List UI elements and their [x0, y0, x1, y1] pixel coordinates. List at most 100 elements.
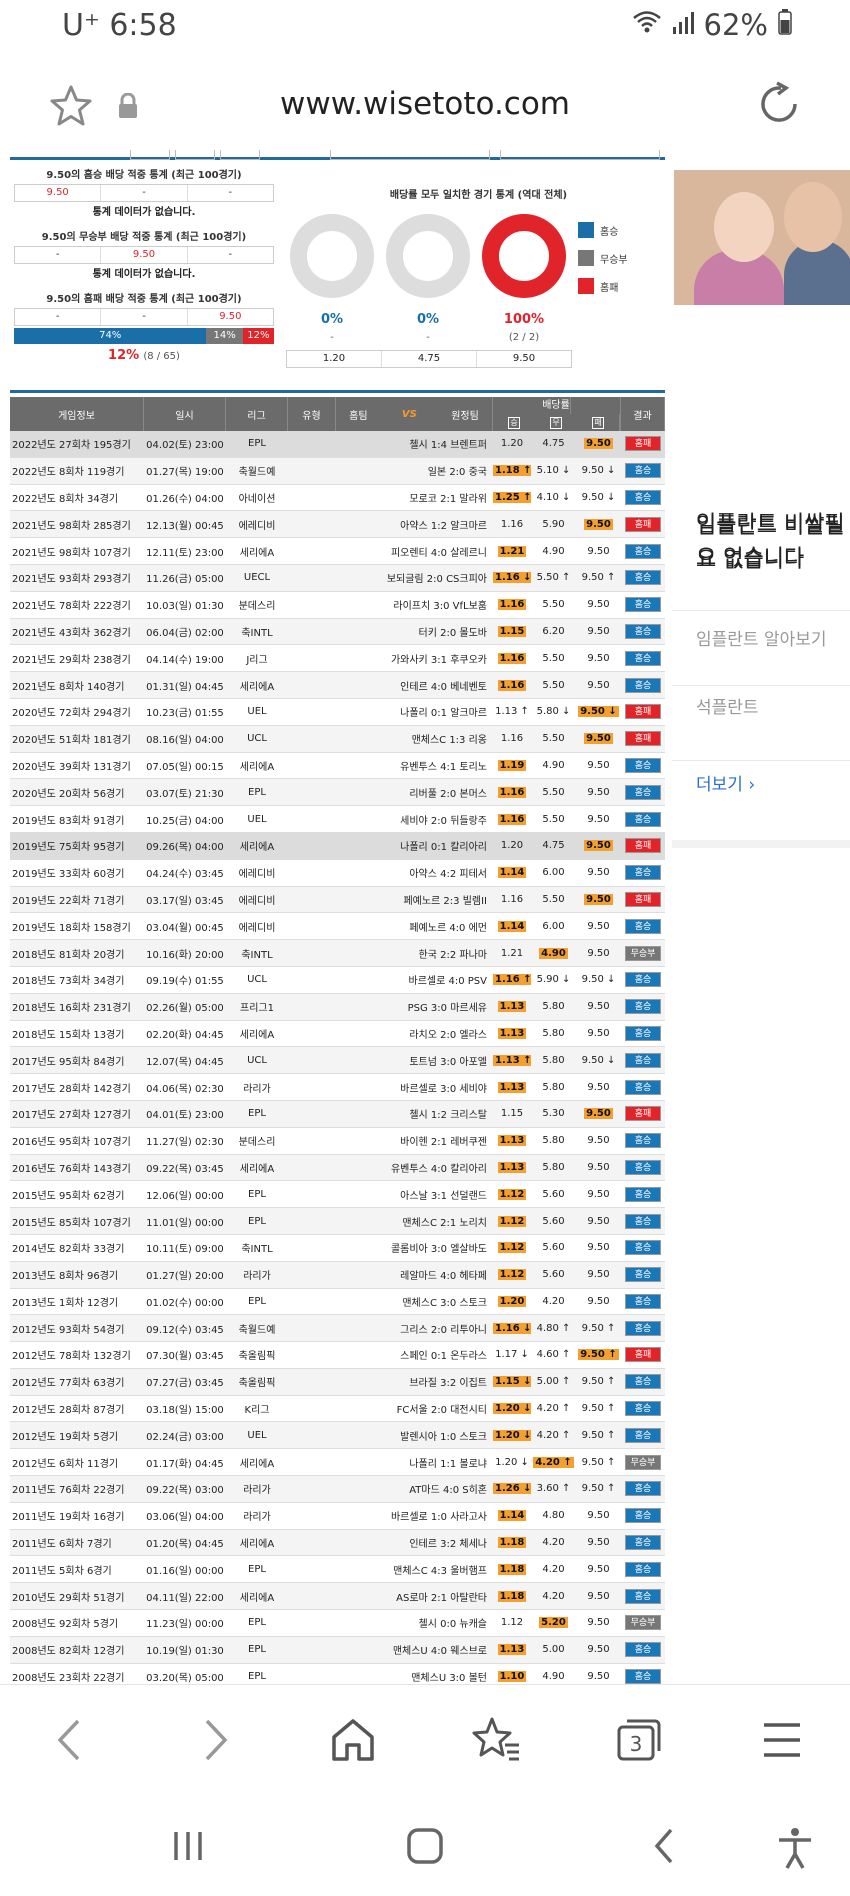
table-row[interactable]: 2016년도 76회차 143경기 09.22(목) 03:45 세리에A 유벤투스 … [10, 1154, 665, 1182]
table-row[interactable]: 2011년도 5회차 6경기 01.16(일) 00:00 EPL 맨체스C 4:3 … [10, 1556, 665, 1584]
odds-lose: 9.50 [576, 599, 621, 610]
table-row[interactable]: 2019년도 18회차 158경기 03.04(월) 00:45 에레디비 페예노르 … [10, 913, 665, 941]
table-row[interactable]: 2018년도 73회차 34경기 09.19(수) 01:55 UCL 바르셀로 4:… [10, 967, 665, 994]
result-badge: 무승부 [625, 945, 661, 961]
odds-value: 1.16 [500, 518, 524, 530]
game-info: 2011년도 5회차 6경기 [12, 1565, 112, 1577]
svg-text:3: 3 [630, 1732, 643, 1756]
value-cell: - [228, 187, 233, 198]
table-row[interactable]: 2021년도 93회차 293경기 11.26(금) 05:00 UECL 보되글림 … [10, 564, 665, 592]
league: 프리그1 [240, 1003, 274, 1015]
table-row[interactable]: 2022년도 8회차 34경기 01.26(수) 04:00 아네이션 모로코 2:1… [10, 485, 665, 512]
url-text[interactable]: www.wisetoto.com [0, 86, 850, 122]
odds-value: 9.50 [587, 947, 610, 959]
table-row[interactable]: 2012년도 19회차 5경기 02.24(금) 03:00 UEL 발렌시아 1:0… [10, 1422, 665, 1450]
ad-image[interactable] [674, 170, 850, 305]
table-row[interactable]: 2021년도 98회차 285경기 12.13(월) 00:45 에레디비 아약스 1… [10, 511, 665, 539]
odds-value: 9.50 [587, 1644, 610, 1656]
table-row[interactable]: 2012년도 6회차 11경기 01.17(화) 04:45 세리에A 나폴리 1:1… [10, 1449, 665, 1477]
system-back-icon[interactable] [645, 1826, 685, 1870]
game-date: 03.17(일) 03:45 [146, 895, 224, 907]
table-row[interactable]: 2017년도 27회차 127경기 04.01(토) 23:00 EPL 첼시 1:2… [10, 1100, 665, 1128]
ad-headline[interactable]: 임플란트 비쌀필요 없습니다 [696, 508, 850, 576]
header-league: 리그 [226, 397, 288, 431]
odds-lose: 9.50 [576, 1189, 621, 1200]
odds-draw: 5.80 [531, 1028, 576, 1039]
table-row[interactable]: 2022년도 27회차 195경기 04.02(토) 23:00 EPL 첼시 1:4… [10, 431, 665, 458]
game-date: 04.06(목) 02:30 [146, 1083, 224, 1095]
table-row[interactable]: 2020년도 39회차 131경기 07.05(일) 00:15 세리에A 유벤투스 … [10, 753, 665, 780]
table-row[interactable]: 2018년도 15회차 13경기 02.20(화) 04:45 세리에A 라치오 2:… [10, 1021, 665, 1048]
table-row[interactable]: 2021년도 29회차 238경기 04.14(수) 19:00 J리그 가와사키 3… [10, 645, 665, 673]
table-row[interactable]: 2008년도 23회차 22경기 03.20(목) 05:00 EPL 맨체스U 3:… [10, 1664, 665, 1684]
table-row[interactable]: 2019년도 33회차 60경기 04.24(수) 03:45 에레디비 아약스 4:… [10, 860, 665, 887]
table-row[interactable]: 2008년도 92회차 5경기 11.23(일) 00:00 EPL 첼시 0:0 뉴… [10, 1610, 665, 1637]
ad-more-link[interactable]: 더보기 › [696, 770, 755, 795]
odds-value: 4.80 ↑ [536, 1322, 571, 1334]
table-row[interactable]: 2011년도 19회차 16경기 03.06(일) 04:00 라리가 바르셀로 1:… [10, 1503, 665, 1530]
result-cell: 홈승 [621, 1052, 665, 1068]
table-row[interactable]: 2012년도 93회차 54경기 09.12(수) 03:45 축월드예 그리스 2:… [10, 1315, 665, 1343]
table-row[interactable]: 2021년도 8회차 140경기 01.31(일) 04:45 세리에A 인테르 4:… [10, 672, 665, 699]
result-badge: 홈승 [625, 784, 661, 800]
tabs-icon[interactable]: 3 [615, 1715, 663, 1769]
table-row[interactable]: 2020년도 20회차 56경기 03.07(토) 21:30 EPL 리버풀 2:0… [10, 779, 665, 807]
table-row[interactable]: 2010년도 29회차 51경기 04.11(일) 22:00 세리에A AS로마 2… [10, 1583, 665, 1611]
forward-icon[interactable] [195, 1715, 235, 1769]
table-row[interactable]: 2022년도 8회차 119경기 01.27(목) 19:00 축월드예 일본 2:0… [10, 457, 665, 485]
table-row[interactable]: 2016년도 95회차 107경기 11.27(일) 02:30 분데스리 바이헨 2… [10, 1128, 665, 1155]
table-row[interactable]: 2011년도 76회차 22경기 09.22(목) 03:00 라리가 AT마드 4:… [10, 1476, 665, 1503]
recent-apps-icon[interactable] [168, 1826, 208, 1870]
system-nav-bar [0, 1794, 850, 1896]
odds-value: 9.50 [587, 1510, 610, 1522]
table-row[interactable]: 2021년도 98회차 107경기 12.11(토) 23:00 세리에A 피오렌티 … [10, 538, 665, 565]
header-info: 게임정보 [10, 397, 144, 431]
table-row[interactable]: 2008년도 82회차 12경기 10.19(일) 01:30 EPL 맨체스U 4:… [10, 1636, 665, 1664]
odds-draw: 4.20 [531, 1296, 576, 1307]
battery-icon [778, 8, 792, 42]
bookmarks-icon[interactable] [472, 1715, 522, 1769]
ad-link-seok[interactable]: 석플란트 [696, 693, 759, 718]
table-row[interactable]: 2012년도 28회차 87경기 03.18(일) 15:00 K리그 FC서울 2:… [10, 1396, 665, 1423]
odds-win: 1.25 ↑ [493, 491, 531, 503]
table-row[interactable]: 2012년도 78회차 132경기 07.30(월) 03:45 축올림픽 스페인 0… [10, 1342, 665, 1369]
result-cell: 홈승 [621, 1079, 665, 1095]
result-cell: 홈패 [621, 1106, 665, 1122]
table-row[interactable]: 2019년도 75회차 95경기 09.26(목) 04:00 세리에A 나폴리 0:… [10, 832, 665, 860]
table-row[interactable]: 2017년도 95회차 84경기 12.07(목) 04:45 UCL 토트넘 3:0… [10, 1047, 665, 1075]
table-row[interactable]: 2021년도 78회차 222경기 10.03(일) 01:30 분데스리 라이프치 … [10, 592, 665, 619]
accessibility-icon[interactable] [775, 1826, 815, 1874]
odds-win: 1.13 ↑ [493, 706, 531, 717]
table-row[interactable]: 2021년도 43회차 362경기 06.04(금) 02:00 축INTL 터키 2… [10, 618, 665, 646]
game-date: 02.20(화) 04:45 [146, 1029, 224, 1041]
more-label: 더보기 [696, 775, 743, 795]
table-row[interactable]: 2014년도 82회차 33경기 10.11(토) 09:00 축INTL 콜롬비아 … [10, 1235, 665, 1262]
odds-value: 5.80 [542, 1135, 565, 1147]
ad-link-implant[interactable]: 임플란트 알아보기 [696, 625, 827, 650]
table-row[interactable]: 2020년도 51회차 181경기 08.16(일) 04:00 UCL 맨체스C 1… [10, 725, 665, 753]
table-row[interactable]: 2013년도 8회차 96경기 01.27(일) 20:00 라리가 레알마드 4:0… [10, 1261, 665, 1289]
game-date: 04.01(토) 23:00 [146, 1110, 224, 1122]
home-button-icon[interactable] [405, 1826, 445, 1870]
table-row[interactable]: 2012년도 77회차 63경기 07.27(금) 03:45 축올림픽 브라질 3:… [10, 1368, 665, 1396]
menu-icon[interactable] [760, 1715, 804, 1769]
match-teams: 일본 2:0 중국 [427, 467, 487, 479]
odds-win: 1.12 [493, 1269, 531, 1281]
table-row[interactable]: 2019년도 83회차 91경기 10.25(금) 04:00 UEL 세비야 2:0… [10, 806, 665, 833]
table-row[interactable]: 2018년도 81회차 20경기 10.16(화) 20:00 축INTL 한국 2:… [10, 940, 665, 967]
table-row[interactable]: 2020년도 72회차 294경기 10.23(금) 01:55 UEL 나폴리 0:… [10, 699, 665, 726]
table-row[interactable]: 2015년도 95회차 62경기 12.06(일) 00:00 EPL 아스날 3:1… [10, 1181, 665, 1209]
league: 세리에A [239, 761, 275, 773]
odds-draw: 4.90 [531, 947, 576, 959]
table-row[interactable]: 2017년도 28회차 142경기 04.06(목) 02:30 라리가 바르셀로 3… [10, 1074, 665, 1101]
table-row[interactable]: 2015년도 85회차 107경기 11.01(일) 00:00 EPL 맨체스C 2… [10, 1208, 665, 1235]
odds-draw: 4.90 [531, 546, 576, 557]
home-icon[interactable] [330, 1715, 376, 1769]
table-row[interactable]: 2013년도 1회차 12경기 01.02(수) 00:00 EPL 맨체스C 3:0… [10, 1289, 665, 1316]
table-row[interactable]: 2019년도 22회차 71경기 03.17(일) 03:45 에레디비 페예노르 2… [10, 886, 665, 914]
reload-icon[interactable] [755, 80, 803, 132]
back-icon[interactable] [50, 1715, 90, 1769]
odds-draw: 5.50 ↑ [531, 572, 576, 583]
table-row[interactable]: 2011년도 6회차 7경기 01.20(목) 04:45 세리에A 인테르 3:2 … [10, 1529, 665, 1557]
table-row[interactable]: 2018년도 16회차 231경기 02.26(월) 05:00 프리그1 PSG 3… [10, 993, 665, 1021]
